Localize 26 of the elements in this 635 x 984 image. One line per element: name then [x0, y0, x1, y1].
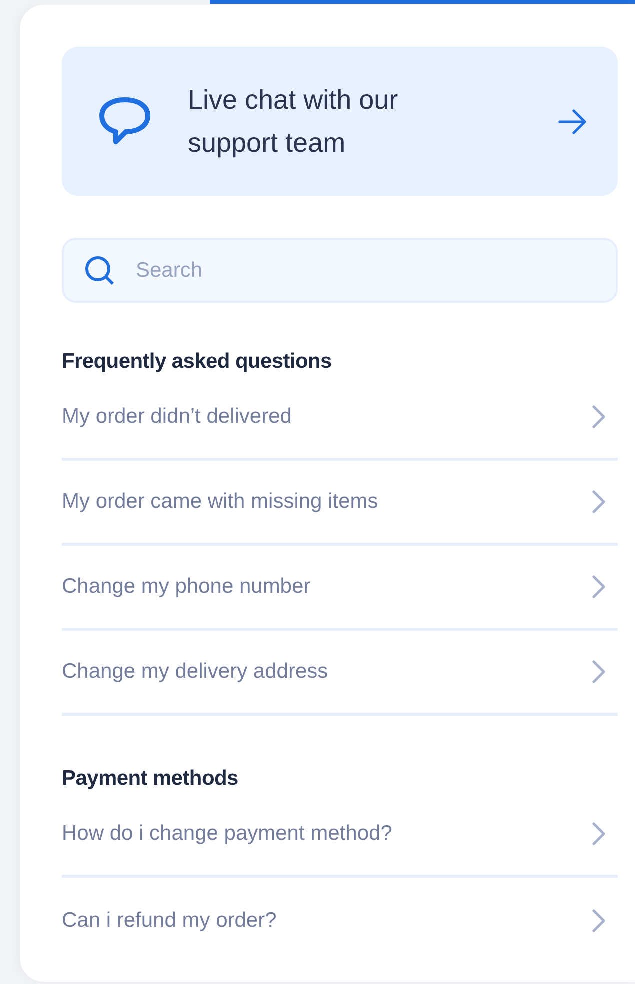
- faq-question: How do i change payment method?: [62, 821, 392, 848]
- chat-bubble-icon: [98, 96, 152, 148]
- search-icon: [84, 255, 116, 287]
- chevron-right-icon: [592, 490, 606, 514]
- faq-question: My order came with missing items: [62, 489, 378, 516]
- section-heading: Frequently asked questions: [62, 349, 333, 375]
- live-chat-card[interactable]: Live chat with our support team: [62, 47, 618, 196]
- faq-item[interactable]: Change my phone number: [62, 546, 618, 631]
- section-heading: Payment methods: [62, 766, 240, 792]
- faq-item[interactable]: My order didn’t delivered: [62, 376, 618, 461]
- chevron-right-icon: [592, 405, 606, 429]
- search-field[interactable]: Search: [62, 238, 618, 303]
- faq-item[interactable]: My order came with missing items: [62, 461, 618, 546]
- faq-question: Change my delivery address: [62, 659, 328, 686]
- faq-item[interactable]: How do i change payment method?: [62, 793, 618, 878]
- chevron-right-icon: [592, 575, 606, 599]
- chevron-right-icon: [592, 822, 606, 846]
- faq-item[interactable]: Can i refund my order?: [62, 878, 618, 963]
- chevron-right-icon: [592, 908, 606, 932]
- arrow-right-icon: [558, 108, 588, 134]
- faq-item[interactable]: Change my delivery address: [62, 631, 618, 716]
- faq-question: Change my phone number: [62, 574, 311, 600]
- chevron-right-icon: [592, 660, 606, 684]
- live-chat-label: Live chat with our support team: [188, 84, 400, 160]
- faq-question: My order didn’t delivered: [62, 404, 292, 430]
- faq-question: Can i refund my order?: [62, 908, 277, 934]
